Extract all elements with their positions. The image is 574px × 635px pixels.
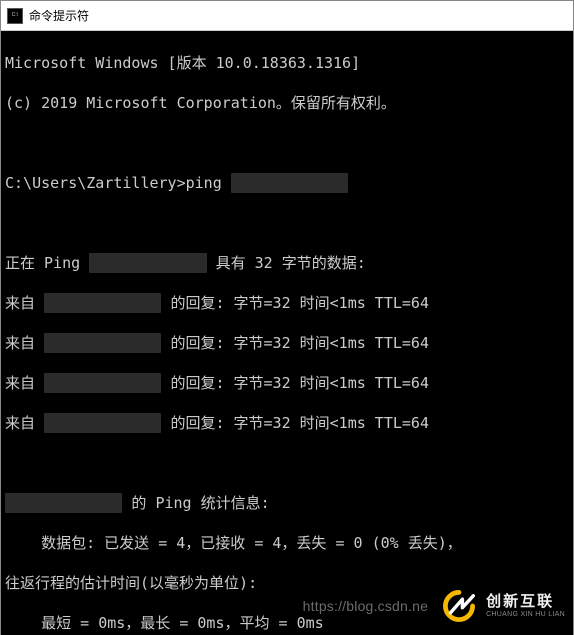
redacted-ip: 192.168.1.120 (44, 293, 161, 313)
redacted-ip: 192.168.1.120 (5, 493, 122, 513)
cmd-icon (7, 8, 23, 24)
prompt-line: C:\Users\Zartillery>ping 192.168.1.120 (5, 173, 569, 193)
ping-reply: 来自 192.168.1.120 的回复: 字节=32 时间<1ms TTL=6… (5, 413, 569, 433)
cx-logo-icon (438, 585, 480, 627)
blank-line (5, 213, 569, 233)
stats-header: 192.168.1.120 的 Ping 统计信息: (5, 493, 569, 513)
brand-name-cn: 创新互联 (486, 594, 565, 609)
blank-line (5, 133, 569, 153)
window-titlebar[interactable]: 命令提示符 (1, 1, 573, 31)
redacted-ip: 192.168.1.120 (231, 173, 348, 193)
redacted-ip: 192.168.1.120 (44, 373, 161, 393)
window-title: 命令提示符 (29, 7, 89, 24)
blank-line (5, 453, 569, 473)
redacted-ip: 192.168.1.120 (89, 253, 206, 273)
packets-line: 数据包: 已发送 = 4，已接收 = 4，丢失 = 0 (0% 丢失)， (5, 533, 569, 553)
copyright-line: (c) 2019 Microsoft Corporation。保留所有权利。 (5, 93, 569, 113)
watermark: https://blog.csdn.ne 创新互联 CHUANG XIN HU … (303, 585, 565, 627)
redacted-ip: 192.168.1.120 (44, 413, 161, 433)
ping-reply: 来自 192.168.1.120 的回复: 字节=32 时间<1ms TTL=6… (5, 333, 569, 353)
redacted-ip: 192.168.1.120 (44, 333, 161, 353)
brand-name-en: CHUANG XIN HU LIAN (486, 611, 565, 618)
ping-header: 正在 Ping 192.168.1.120 具有 32 字节的数据: (5, 253, 569, 273)
terminal-area[interactable]: Microsoft Windows [版本 10.0.18363.1316] (… (1, 31, 573, 635)
ping-reply: 来自 192.168.1.120 的回复: 字节=32 时间<1ms TTL=6… (5, 293, 569, 313)
brand-logo: 创新互联 CHUANG XIN HU LIAN (438, 585, 565, 627)
watermark-url: https://blog.csdn.ne (303, 596, 428, 616)
ping-reply: 来自 192.168.1.120 的回复: 字节=32 时间<1ms TTL=6… (5, 373, 569, 393)
banner-line: Microsoft Windows [版本 10.0.18363.1316] (5, 53, 569, 73)
